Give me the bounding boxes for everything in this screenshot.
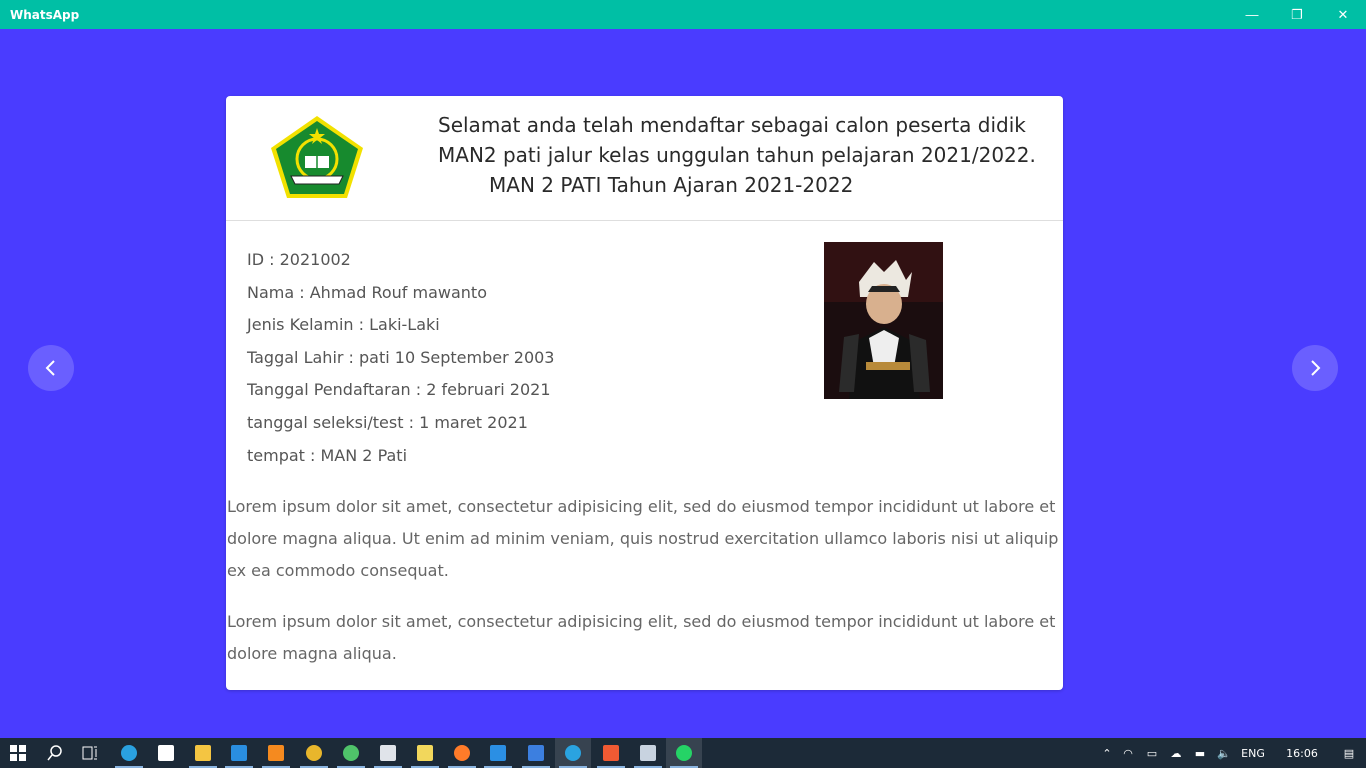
heading-line: MAN2 pati jalur kelas unggulan tahun pel… (438, 143, 1036, 167)
sublime-text-icon (268, 745, 284, 761)
windows-start-icon (10, 745, 26, 761)
info-registration-date: Tanggal Pendaftaran : 2 februari 2021 (247, 380, 551, 400)
taskbar-chrome-button[interactable] (296, 738, 332, 768)
heading-line: Selamat anda telah mendaftar sebagai cal… (438, 113, 1026, 137)
taskbar-windows-start-button[interactable] (0, 738, 36, 768)
file-explorer-icon (195, 745, 211, 761)
taskbar-whatsapp-button[interactable] (666, 738, 702, 768)
notes-icon (640, 745, 656, 761)
wifi-icon[interactable]: ◠ (1116, 747, 1140, 760)
prev-slide-button[interactable] (28, 345, 74, 391)
firefox-icon (454, 745, 470, 761)
store-icon (158, 745, 174, 761)
taskbar-notepad-button[interactable] (407, 738, 443, 768)
registration-heading: Selamat anda telah mendaftar sebagai cal… (438, 110, 1036, 200)
student-info: ID : 2021002 Nama : Ahmad Rouf mawanto J… (247, 244, 554, 472)
maximize-button[interactable]: ❐ (1274, 0, 1320, 29)
taskbar-maps-button[interactable] (333, 738, 369, 768)
chevron-left-icon (45, 360, 55, 376)
info-place: tempat : MAN 2 Pati (247, 445, 408, 465)
taskbar-sublime-text-button[interactable] (258, 738, 294, 768)
info-gender: Jenis Kelamin : Laki-Laki (247, 315, 440, 335)
notepad-icon (417, 745, 433, 761)
chevron-up-icon[interactable]: ⌃ (1098, 747, 1116, 760)
whatsapp-icon (676, 745, 692, 761)
taskbar-firefox-button[interactable] (444, 738, 480, 768)
taskbar-git-button[interactable] (593, 738, 629, 768)
calendar-icon (380, 745, 396, 761)
taskbar: ⌃ ◠ ▭ ☁ ▬ 🔈 ENG 16:06 ▤ (0, 738, 1366, 768)
task-view-icon (82, 745, 98, 761)
info-id: ID : 2021002 (247, 250, 351, 269)
close-icon: ✕ (1337, 6, 1349, 22)
git-icon (603, 745, 619, 761)
telegram-icon (565, 745, 581, 761)
system-tray: ⌃ ◠ ▭ ☁ ▬ 🔈 ENG 16:06 ▤ (1098, 738, 1364, 768)
search-icon (47, 745, 63, 761)
battery-icon[interactable]: ▬ (1188, 747, 1212, 760)
taskbar-word-button[interactable] (518, 738, 554, 768)
mail-icon (490, 745, 506, 761)
minimize-icon: — (1245, 7, 1259, 22)
title-bar: WhatsApp — ❐ ✕ (0, 0, 1366, 29)
notification-icon[interactable]: ▤ (1334, 747, 1364, 760)
word-icon (528, 745, 544, 761)
edge-icon (121, 745, 137, 761)
chrome-icon (306, 745, 322, 761)
taskbar-store-button[interactable] (148, 738, 184, 768)
next-slide-button[interactable] (1292, 345, 1338, 391)
taskbar-notes-button[interactable] (630, 738, 666, 768)
taskbar-vscode-button[interactable] (221, 738, 257, 768)
meet-now-icon[interactable]: ▭ (1140, 747, 1164, 760)
vscode-icon (231, 745, 247, 761)
chevron-right-icon (1311, 360, 1321, 376)
info-birth: Taggal Lahir : pati 10 September 2003 (247, 347, 555, 367)
taskbar-calendar-button[interactable] (370, 738, 406, 768)
info-name: Nama : Ahmad Rouf mawanto (247, 282, 487, 302)
taskbar-task-view-button[interactable] (72, 738, 108, 768)
maximize-icon: ❐ (1291, 6, 1303, 22)
clock[interactable]: 16:06 (1270, 747, 1334, 760)
taskbar-edge-button[interactable] (111, 738, 147, 768)
taskbar-file-explorer-button[interactable] (185, 738, 221, 768)
student-photo-image (824, 242, 943, 399)
info-test-date: tanggal seleksi/test : 1 maret 2021 (247, 412, 528, 432)
card-header: Selamat anda telah mendaftar sebagai cal… (226, 96, 1063, 221)
onedrive-icon[interactable]: ☁ (1164, 747, 1188, 760)
kemenag-logo (271, 116, 363, 198)
minimize-button[interactable]: — (1229, 0, 1275, 29)
language-indicator[interactable]: ENG (1236, 747, 1270, 760)
taskbar-mail-button[interactable] (480, 738, 516, 768)
maps-icon (343, 745, 359, 761)
volume-icon[interactable]: 🔈 (1212, 747, 1236, 760)
heading-line: MAN 2 PATI Tahun Ajaran 2021-2022 (489, 173, 854, 197)
student-photo (824, 242, 943, 399)
taskbar-telegram-button[interactable] (555, 738, 591, 768)
taskbar-search-button[interactable] (37, 738, 73, 768)
lorem-paragraph-1: Lorem ipsum dolor sit amet, consectetur … (227, 497, 1059, 580)
lorem-paragraph-2: Lorem ipsum dolor sit amet, consectetur … (227, 612, 1056, 663)
window-title: WhatsApp (10, 8, 80, 22)
close-button[interactable]: ✕ (1320, 0, 1366, 29)
registration-card: Selamat anda telah mendaftar sebagai cal… (226, 96, 1063, 690)
